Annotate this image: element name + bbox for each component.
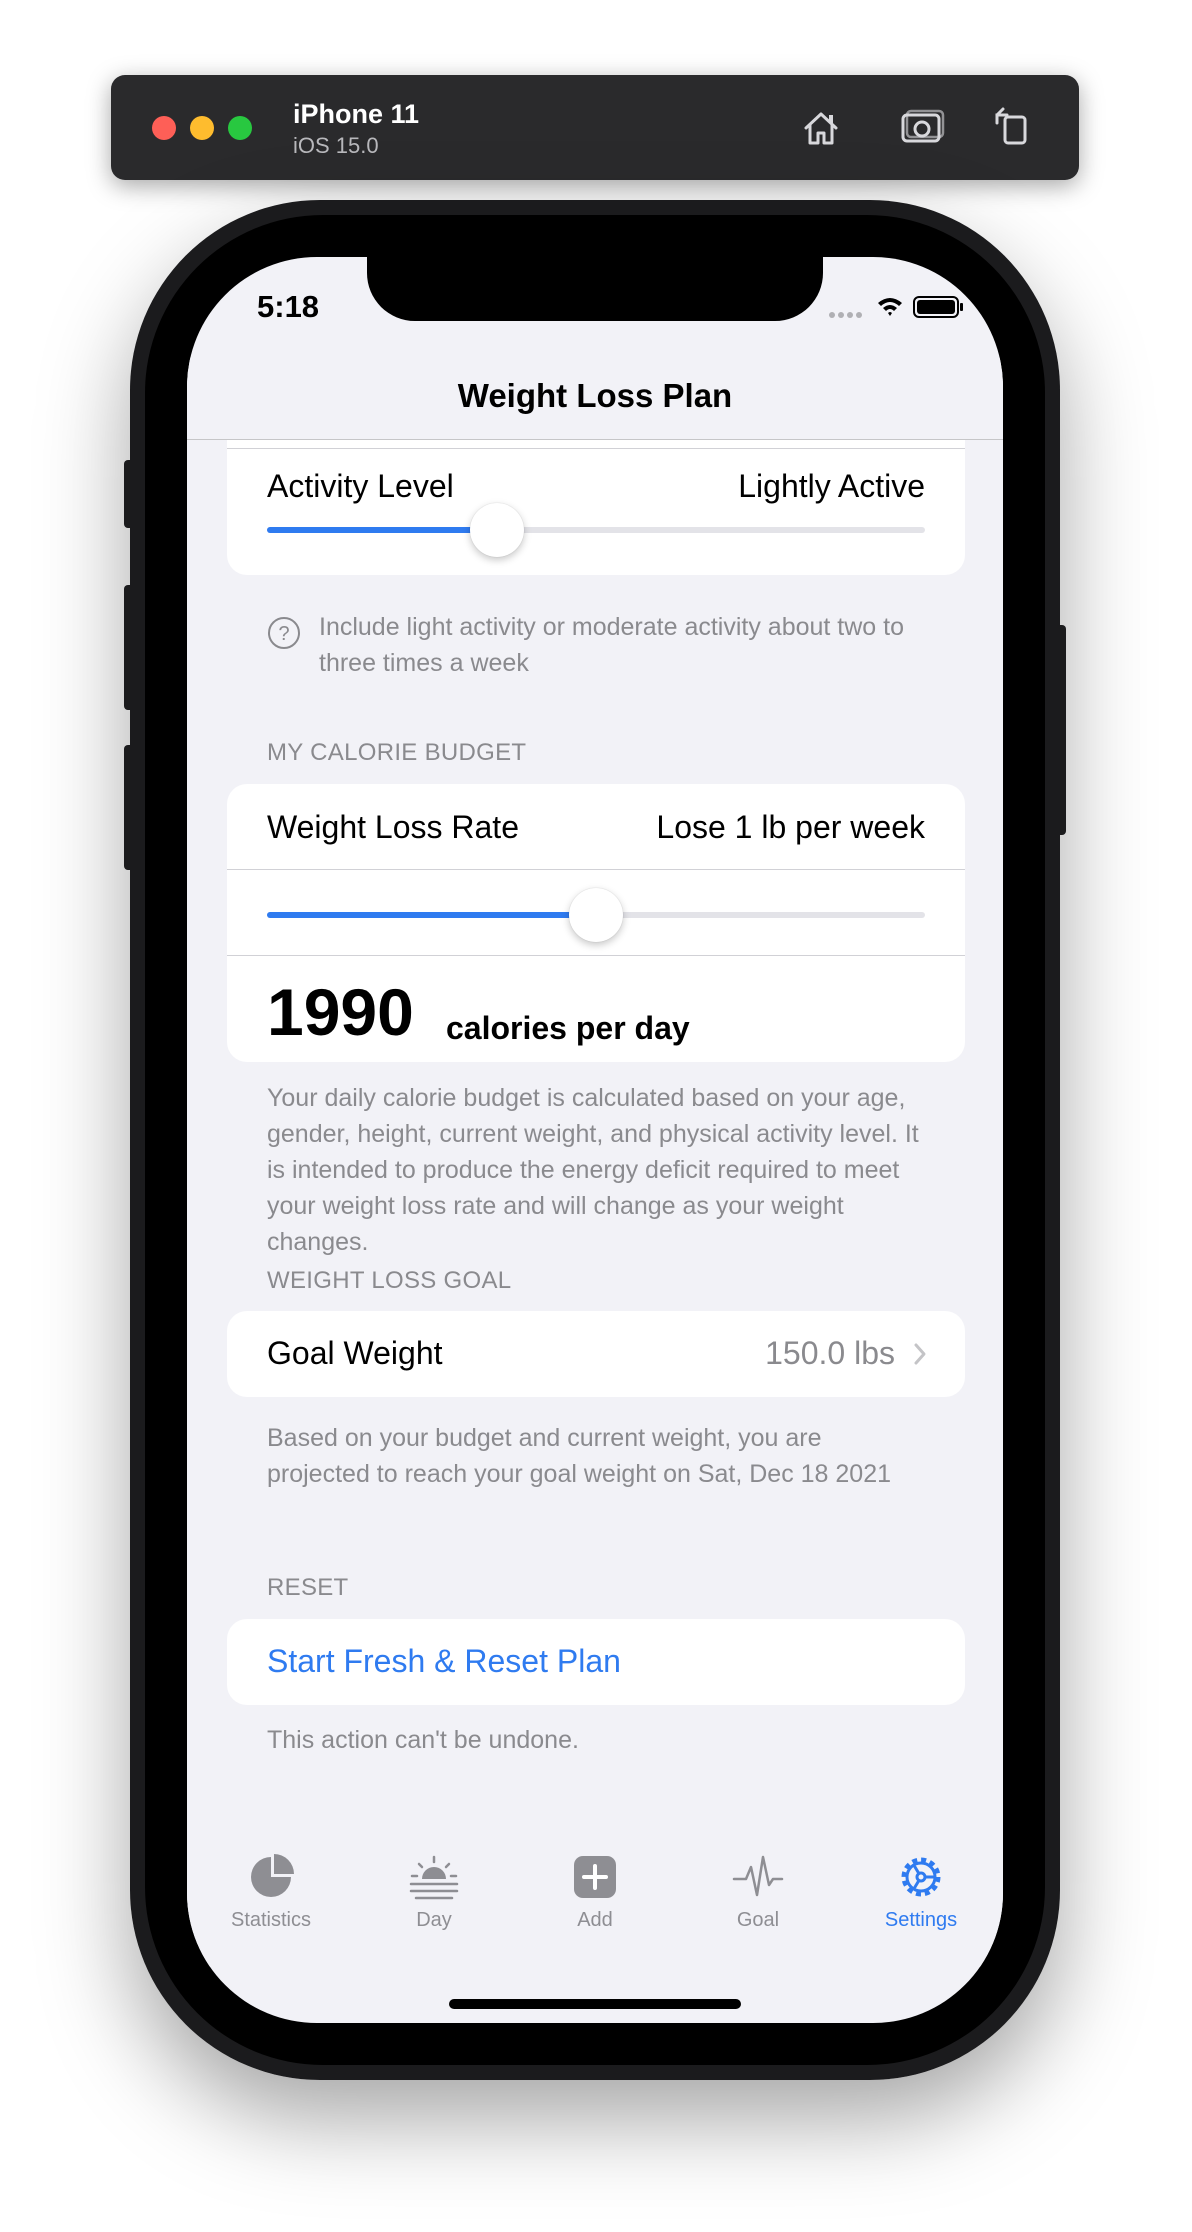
daily-calorie-unit: calories per day [446,1010,690,1046]
screenshot-icon[interactable] [895,101,949,155]
row-separator [227,955,965,956]
phone-screen: 5:18 Weight Loss Plan Activity Level Lig… [187,257,1003,2023]
svg-text:?: ? [278,623,289,645]
rate-slider-thumb[interactable] [569,888,623,942]
reset-plan-row[interactable]: Start Fresh & Reset Plan [227,1619,965,1705]
sunrise-icon [409,1855,459,1900]
settings-scroll-content[interactable]: Activity Level Lightly Active ? Include … [187,440,1003,1790]
close-window-button[interactable] [152,116,176,140]
activity-help-text: Include light activity or moderate activ… [319,613,905,677]
calorie-budget-header: MY CALORIE BUDGET [267,739,527,766]
gear-icon [901,1857,941,1897]
activity-slider-fill [267,527,498,533]
goal-weight-label: Goal Weight [267,1335,443,1371]
weight-loss-rate-value: Lose 1 lb per week [656,809,925,845]
tab-label: Day [416,1909,452,1931]
goal-weight-value: 150.0 lbs [765,1335,895,1371]
minimize-window-button[interactable] [190,116,214,140]
weight-loss-rate-label: Weight Loss Rate [267,809,519,845]
pie-chart-icon [251,1854,294,1897]
weight-loss-goal-header: WEIGHT LOSS GOAL [267,1267,512,1294]
calorie-budget-card: Weight Loss Rate Lose 1 lb per week 1990… [227,784,965,1062]
rotate-icon[interactable] [985,101,1039,155]
weight-loss-rate-slider[interactable] [267,888,925,942]
reset-plan-button[interactable]: Start Fresh & Reset Plan [267,1643,621,1680]
zoom-window-button[interactable] [228,116,252,140]
activity-level-slider[interactable] [267,503,925,557]
activity-slider-thumb[interactable] [470,503,525,557]
home-icon[interactable] [794,101,848,155]
tab-label: Goal [736,1909,780,1931]
rate-slider-fill [267,912,596,918]
navigation-bar: Weight Loss Plan [187,357,1003,440]
row-separator [227,448,965,449]
row-separator [227,869,965,870]
simulator-device-name: iPhone 11 [293,99,420,129]
status-time: 5:18 [257,289,320,324]
reset-header: RESET [267,1574,349,1601]
reset-footnote: This action can't be undone. [267,1726,579,1754]
home-indicator [449,1999,741,2009]
activity-level-card: Activity Level Lightly Active [227,440,965,575]
question-circle-icon[interactable]: ? [267,616,301,650]
tab-bar: Statistics Day Add Goal Settings [187,1847,1003,1967]
tab-statistics[interactable]: Statistics [206,1847,336,1947]
calorie-budget-footnote: Your daily calorie budget is calculated … [267,1084,919,1256]
goal-projection-footnote: Based on your budget and current weight,… [267,1424,892,1488]
status-icons [829,296,963,318]
page-title: Weight Loss Plan [457,377,733,414]
activity-level-label: Activity Level [267,468,454,504]
daily-calorie-number: 1990 [267,975,414,1049]
tab-day[interactable]: Day [369,1847,499,1947]
simulator-toolbar: iPhone 11 iOS 15.0 [111,75,1079,180]
simulator-os-version: iOS 15.0 [293,133,379,158]
tab-label: Settings [884,1909,958,1931]
activity-level-value: Lightly Active [738,468,925,504]
goal-weight-row[interactable]: Goal Weight 150.0 lbs [227,1311,965,1397]
tab-label: Add [577,1909,613,1931]
tab-goal[interactable]: Goal [693,1847,823,1947]
tab-settings[interactable]: Settings [856,1847,986,1947]
notch [367,257,823,321]
heartbeat-icon [732,1855,784,1897]
chevron-right-icon [914,1343,926,1365]
plus-square-icon [574,1856,616,1898]
tab-add[interactable]: Add [530,1847,660,1947]
tab-label: Statistics [230,1909,312,1931]
